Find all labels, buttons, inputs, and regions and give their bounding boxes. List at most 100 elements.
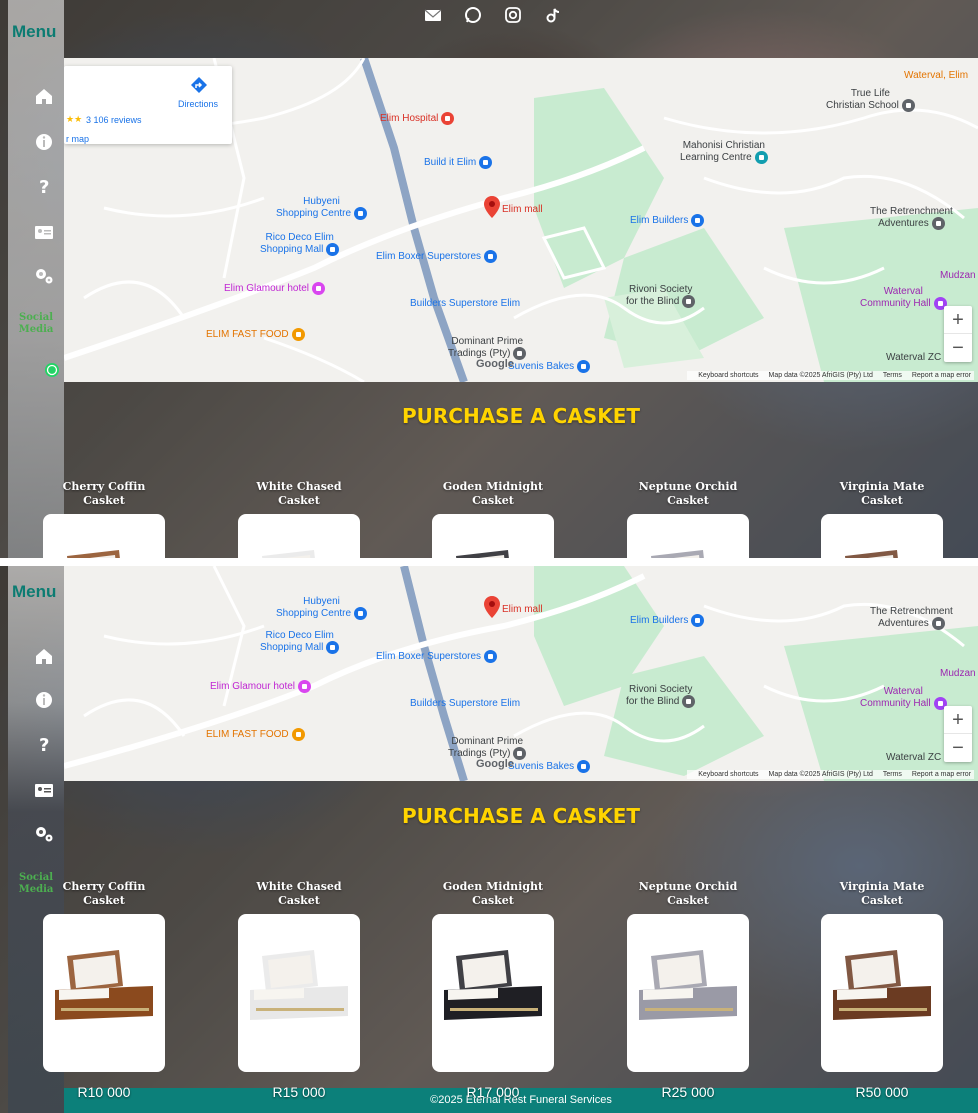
settings-icon[interactable] bbox=[34, 266, 54, 286]
casket-image-card[interactable] bbox=[43, 914, 165, 1072]
terms-link[interactable]: Terms bbox=[883, 771, 902, 778]
poi-fast-food[interactable]: ELIM FAST FOOD bbox=[206, 328, 305, 341]
poi-build-it[interactable]: Build it Elim bbox=[424, 156, 493, 169]
poi-elim-boxer[interactable]: Elim Boxer Superstores bbox=[376, 250, 498, 263]
casket-image-card[interactable] bbox=[432, 914, 554, 1072]
map-place-card: ★★ 3 106 reviews r map Directions bbox=[64, 66, 232, 144]
poi-glamour-hotel[interactable]: Elim Glamour hotel bbox=[224, 282, 326, 295]
map-pin-icon[interactable] bbox=[484, 596, 500, 618]
keyboard-shortcuts-link[interactable]: Keyboard shortcuts bbox=[698, 372, 758, 379]
zoom-in-button[interactable]: + bbox=[944, 306, 972, 334]
poi-true-life[interactable]: True Life Christian School bbox=[826, 88, 915, 112]
map-attribution: Keyboard shortcuts Map data ©2025 AfriGI… bbox=[687, 371, 974, 380]
info-icon[interactable] bbox=[34, 690, 54, 710]
google-map[interactable]: Hubyeni Shopping Centre Rico Deco Elim S… bbox=[64, 566, 978, 781]
poi-rivoni[interactable]: Rivoni Society for the Blind bbox=[626, 284, 696, 308]
poi-hubyeni[interactable]: Hubyeni Shopping Centre bbox=[276, 596, 368, 620]
casket-name: Neptune Orchid Casket bbox=[638, 480, 738, 507]
poi-suvenis-bakes[interactable]: Suvenis Bakes bbox=[508, 760, 591, 773]
poi-rico-deco[interactable]: Rico Deco Elim Shopping Mall bbox=[260, 630, 340, 654]
casket-image-card[interactable] bbox=[627, 514, 749, 558]
poi-suvenis-bakes[interactable]: Suvenis Bakes bbox=[508, 360, 591, 373]
poi-mahonisi[interactable]: Mahonisi Christian Learning Centre bbox=[680, 140, 768, 164]
casket-item: White Chased Casket bbox=[237, 480, 361, 558]
casket-name: Cherry Coffin Casket bbox=[62, 880, 146, 907]
poi-elim-mall[interactable]: Elim mall bbox=[502, 204, 543, 215]
casket-item: Virginia Mate Casket R50 000 bbox=[820, 880, 944, 1100]
casket-item: White Chased Casket R15 000 bbox=[237, 880, 361, 1100]
casket-item: Cherry Coffin Casket R10 000 bbox=[42, 880, 166, 1100]
zoom-out-button[interactable]: − bbox=[944, 334, 972, 362]
poi-elim-builders[interactable]: Elim Builders bbox=[630, 614, 705, 627]
question-icon[interactable]: ? bbox=[34, 734, 54, 756]
menu-label[interactable]: Menu bbox=[12, 22, 56, 42]
zoom-in-button[interactable]: + bbox=[944, 706, 972, 734]
view-larger-map-link[interactable]: r map bbox=[66, 134, 89, 144]
zoom-out-button[interactable]: − bbox=[944, 734, 972, 762]
info-icon[interactable] bbox=[34, 132, 54, 152]
poi-waterval-hall[interactable]: Waterval Community Hall bbox=[860, 286, 947, 310]
casket-name: Virginia Mate Casket bbox=[839, 480, 925, 507]
casket-price: R15 000 bbox=[272, 1084, 326, 1100]
poi-glamour-hotel[interactable]: Elim Glamour hotel bbox=[210, 680, 312, 693]
poi-elim-boxer[interactable]: Elim Boxer Superstores bbox=[376, 650, 498, 663]
poi-elim-builders[interactable]: Elim Builders bbox=[630, 214, 705, 227]
poi-elim-hospital[interactable]: Elim Hospital bbox=[380, 112, 455, 125]
reviews-link[interactable]: 3 106 reviews bbox=[86, 115, 142, 125]
poi-builders-superstore[interactable]: Builders Superstore Elim bbox=[410, 298, 520, 309]
question-icon[interactable]: ? bbox=[34, 176, 54, 198]
header-social-links bbox=[424, 6, 562, 24]
casket-image-card[interactable] bbox=[821, 914, 943, 1072]
map-data-text: Map data ©2025 AfriGIS (Pty) Ltd bbox=[768, 372, 873, 379]
menu-label[interactable]: Menu bbox=[12, 582, 56, 602]
section-title: PURCHASE A CASKET bbox=[401, 404, 641, 428]
casket-image-card[interactable] bbox=[43, 514, 165, 558]
poi-mudzan: Mudzan bbox=[940, 668, 976, 679]
google-logo: Google bbox=[476, 358, 514, 370]
screenshot-separator bbox=[0, 558, 978, 566]
home-icon[interactable] bbox=[34, 86, 54, 106]
map-pin-icon[interactable] bbox=[484, 196, 500, 218]
casket-image-card[interactable] bbox=[432, 514, 554, 558]
casket-image-card[interactable] bbox=[821, 514, 943, 558]
section-title: PURCHASE A CASKET bbox=[401, 804, 641, 828]
casket-item: Goden Midnight Casket R17 000 bbox=[431, 880, 555, 1100]
casket-image-card[interactable] bbox=[627, 914, 749, 1072]
poi-builders-superstore[interactable]: Builders Superstore Elim bbox=[410, 698, 520, 709]
poi-hubyeni[interactable]: Hubyeni Shopping Centre bbox=[276, 196, 368, 220]
poi-waterval-zc: Waterval ZC bbox=[886, 352, 942, 363]
casket-item: Neptune Orchid Casket bbox=[626, 480, 750, 558]
casket-name: White Chased Casket bbox=[256, 880, 342, 907]
contact-card-icon[interactable] bbox=[34, 222, 54, 242]
poi-waterval-zc: Waterval ZC bbox=[886, 752, 942, 763]
instagram-icon[interactable] bbox=[504, 6, 522, 24]
tiktok-icon[interactable] bbox=[544, 6, 562, 24]
casket-image-card[interactable] bbox=[238, 914, 360, 1072]
whatsapp-icon[interactable] bbox=[464, 6, 482, 24]
directions-link[interactable]: Directions bbox=[178, 99, 218, 109]
home-icon[interactable] bbox=[34, 646, 54, 666]
sidebar-whatsapp-icon[interactable] bbox=[44, 362, 60, 378]
poi-elim-mall[interactable]: Elim mall bbox=[502, 604, 543, 615]
poi-fast-food[interactable]: ELIM FAST FOOD bbox=[206, 728, 305, 741]
poi-waterval-elim[interactable]: Waterval, Elim bbox=[904, 70, 968, 81]
poi-rivoni[interactable]: Rivoni Society for the Blind bbox=[626, 684, 696, 708]
poi-rico-deco[interactable]: Rico Deco Elim Shopping Mall bbox=[260, 232, 340, 256]
settings-icon[interactable] bbox=[34, 824, 54, 844]
report-error-link[interactable]: Report a map error bbox=[912, 771, 971, 778]
terms-link[interactable]: Terms bbox=[883, 372, 902, 379]
keyboard-shortcuts-link[interactable]: Keyboard shortcuts bbox=[698, 771, 758, 778]
casket-image-card[interactable] bbox=[238, 514, 360, 558]
poi-retrenchment[interactable]: The Retrenchment Adventures bbox=[870, 206, 953, 230]
directions-icon[interactable] bbox=[190, 76, 208, 94]
poi-dominant-prime[interactable]: Dominant Prime Tradings (Pty) bbox=[448, 336, 527, 360]
google-map[interactable]: ★★ 3 106 reviews r map Directions Elim H… bbox=[64, 58, 978, 382]
poi-waterval-hall[interactable]: Waterval Community Hall bbox=[860, 686, 947, 710]
email-icon[interactable] bbox=[424, 6, 442, 24]
poi-retrenchment[interactable]: The Retrenchment Adventures bbox=[870, 606, 953, 630]
casket-item: Virginia Mate Casket bbox=[820, 480, 944, 558]
poi-dominant-prime[interactable]: Dominant Prime Tradings (Pty) bbox=[448, 736, 527, 760]
casket-name: Neptune Orchid Casket bbox=[638, 880, 738, 907]
report-error-link[interactable]: Report a map error bbox=[912, 372, 971, 379]
contact-card-icon[interactable] bbox=[34, 780, 54, 800]
